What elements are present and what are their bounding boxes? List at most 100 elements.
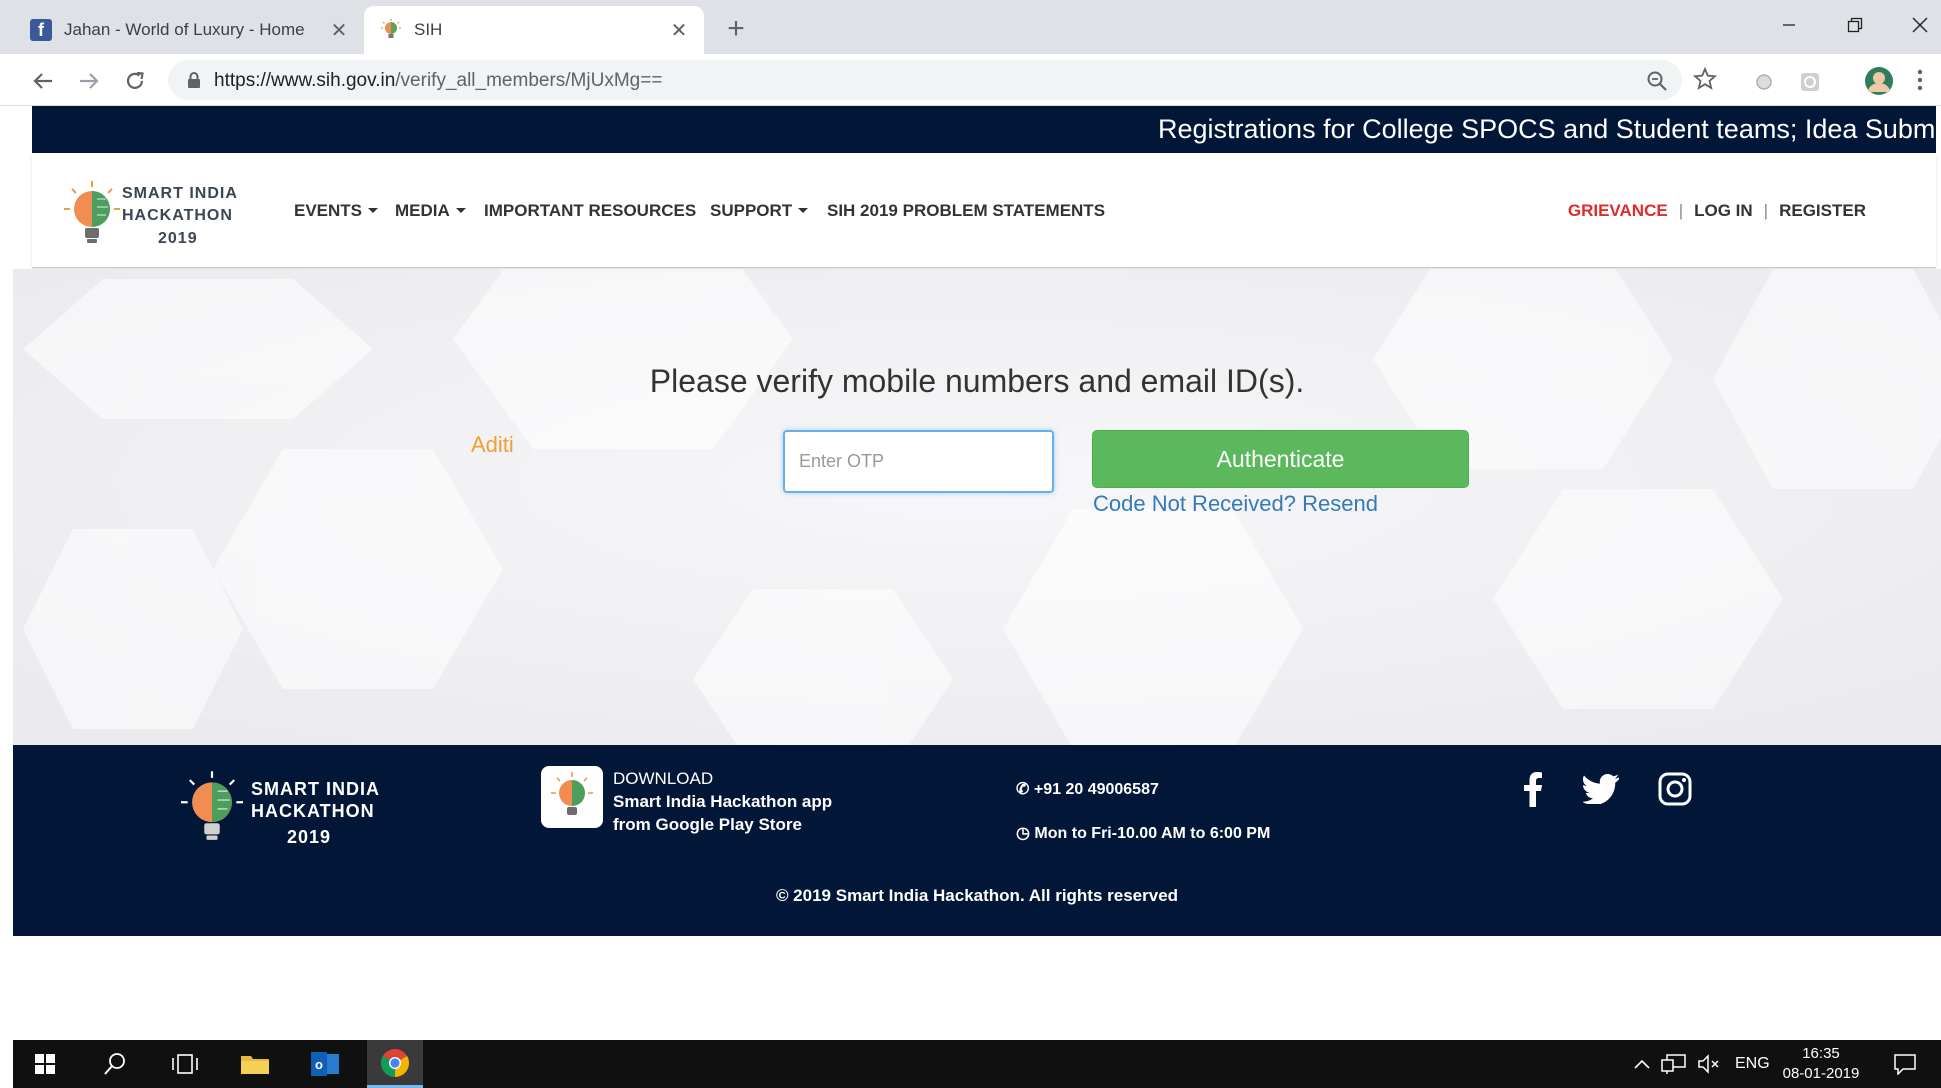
url-text: https://www.sih.gov.in/verify_all_member… [214,70,662,92]
sih-logo[interactable]: SMART INDIA HACKATHON 2019 [64,181,264,251]
back-button[interactable] [26,64,60,98]
arrow-right-icon [80,73,99,89]
nav-events[interactable]: EVENTS [294,153,379,268]
footer-logo-line3: 2019 [287,827,332,847]
app-download-text[interactable]: DOWNLOAD Smart India Hackathon app from … [613,767,832,836]
language-indicator[interactable]: ENG [1735,1040,1770,1088]
app-download-icon[interactable] [541,766,603,828]
grievance-link[interactable]: GRIEVANCE [1568,201,1668,221]
nav-media[interactable]: MEDIA [395,153,466,268]
hours-text: Mon to Fri-10.00 AM to 6:00 PM [1034,825,1271,842]
browser-tab-strip: f Jahan - World of Luxury - Home ✕ SIH ✕… [0,0,1941,54]
arrow-left-icon [33,73,52,89]
download-line2: Smart India Hackathon app [613,792,833,811]
profile-avatar-icon[interactable] [1862,64,1896,98]
account-nav: GRIEVANCE | LOG IN | REGISTER [1568,153,1866,268]
outlook-icon: o [311,1052,339,1076]
forward-button[interactable] [72,64,106,98]
minimize-icon [1783,24,1795,26]
nav-support-label: SUPPORT [710,200,793,220]
site-footer: SMART INDIA HACKATHON 2019 DOWNLOAD Smar… [13,745,1941,936]
close-icon[interactable]: ✕ [328,19,350,42]
search-icon [104,1053,125,1075]
phone-number: +91 20 49006587 [1033,781,1159,798]
nav-problem-statements[interactable]: SIH 2019 PROBLEM STATEMENTS [827,153,1105,268]
copyright-text: © 2019 Smart India Hackathon. All rights… [775,886,1179,905]
tab-facebook[interactable]: f Jahan - World of Luxury - Home ✕ [14,6,364,54]
tray-chevron-icon[interactable] [1633,1040,1651,1088]
minimize-button[interactable] [1764,8,1814,42]
verify-section: Please verify mobile numbers and email I… [13,269,1941,745]
chrome-icon [381,1048,409,1077]
address-bar[interactable]: https://www.sih.gov.in/verify_all_member… [168,60,1682,100]
hexagon-background [13,269,1941,745]
task-view-icon [172,1054,198,1074]
url-path: /verify_all_members/MjUxMg== [395,70,663,91]
lock-icon [188,72,200,88]
file-explorer-button[interactable] [227,1040,283,1088]
nav-separator: | [1763,200,1769,220]
svg-text:o: o [315,1057,323,1072]
bookmark-star-icon[interactable] [1690,64,1720,94]
clock-date: 08-01-2019 [1782,1065,1860,1082]
facebook-icon[interactable] [1513,769,1553,809]
contact-phone: ✆ +91 20 49006587 [1016,779,1159,799]
resend-code-link[interactable]: Code Not Received? Resend [1093,491,1378,517]
sih-bulb-icon [380,19,402,41]
nav-media-label: MEDIA [395,200,450,220]
contact-hours: ◷ Mon to Fri-10.00 AM to 6:00 PM [1016,823,1270,843]
login-link[interactable]: LOG IN [1694,201,1753,221]
reload-button[interactable] [118,64,152,98]
nav-events-label: EVENTS [294,200,363,220]
notification-icon[interactable] [1893,1040,1917,1088]
member-name: Aditi [471,432,514,457]
heading-text: Please verify mobile numbers and email I… [649,363,1305,399]
instagram-icon[interactable] [1655,769,1695,809]
task-view-button[interactable] [157,1040,213,1088]
authenticate-label: Authenticate [1216,445,1345,472]
nav-support[interactable]: SUPPORT [710,153,809,268]
nav-separator: | [1678,200,1684,220]
window-close-button[interactable] [1895,8,1941,42]
sih-bulb-icon [64,181,120,243]
authenticate-button[interactable]: Authenticate [1092,430,1469,488]
reload-icon [126,71,144,89]
search-button[interactable] [87,1040,143,1088]
download-line3: from Google Play Store [613,815,802,834]
close-icon[interactable]: ✕ [668,19,690,42]
nav-problems-label: SIH 2019 PROBLEM STATEMENTS [827,200,1106,220]
ticker-text: Registrations for College SPOCS and Stud… [1158,114,1936,144]
footer-logo-line2: HACKATHON [251,801,375,821]
footer-logo[interactable]: SMART INDIA HACKATHON 2019 [181,771,411,849]
windows-logo-icon [35,1054,55,1074]
tab-sih[interactable]: SIH ✕ [364,6,704,54]
zoom-icon[interactable] [1642,66,1672,96]
outlook-button[interactable]: o [297,1040,353,1088]
nav-important-resources[interactable]: IMPORTANT RESOURCES [484,153,696,268]
restore-icon [1847,17,1863,33]
footer-logo-line1: SMART INDIA [251,779,380,799]
otp-input[interactable] [783,430,1054,493]
announcement-ticker[interactable]: Registrations for College SPOCS and Stud… [32,106,1936,153]
taskbar-clock[interactable]: 16:35 08-01-2019 [1776,1044,1866,1084]
network-icon[interactable] [1661,1040,1687,1088]
caret-down-icon [455,208,466,213]
extension-circle-icon[interactable] [1750,68,1778,96]
menu-kebab-icon[interactable] [1908,66,1932,94]
new-tab-button[interactable]: + [720,14,752,46]
page-heading: Please verify mobile numbers and email I… [13,363,1941,400]
caret-down-icon [798,208,809,213]
chrome-button[interactable] [367,1040,423,1088]
nav-resources-label: IMPORTANT RESOURCES [484,200,697,220]
extension-badge-icon[interactable] [1796,68,1824,96]
url-host: https://www.sih.gov.in [214,70,396,91]
register-link[interactable]: REGISTER [1779,201,1866,221]
start-button[interactable] [17,1040,73,1088]
tab-title: Jahan - World of Luxury - Home [64,20,305,39]
phone-icon: ✆ [1016,781,1030,798]
logo-line3: 2019 [158,230,198,247]
restore-button[interactable] [1830,8,1880,42]
volume-muted-icon[interactable] [1697,1040,1723,1088]
twitter-icon[interactable] [1581,769,1621,809]
download-line1: DOWNLOAD [613,769,714,788]
